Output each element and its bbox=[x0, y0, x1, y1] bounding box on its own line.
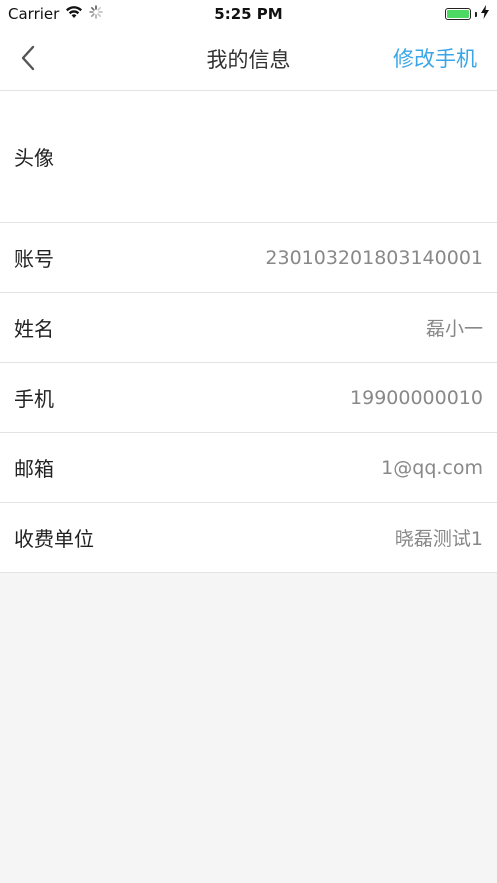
email-value: 1@qq.com bbox=[381, 456, 483, 479]
status-bar-right bbox=[445, 5, 497, 23]
billing-unit-row: 收费单位 晓磊测试1 bbox=[0, 503, 497, 573]
activity-spinner-icon bbox=[89, 5, 104, 23]
status-bar-left: Carrier bbox=[0, 5, 104, 23]
phone-row: 手机 19900000010 bbox=[0, 363, 497, 433]
edit-phone-button[interactable]: 修改手机 bbox=[393, 43, 477, 73]
name-label: 姓名 bbox=[14, 317, 54, 341]
profile-info-list: 头像 账号 230103201803140001 姓名 磊小一 手机 19900… bbox=[0, 91, 497, 573]
status-bar: Carrier 5:25 PM bbox=[0, 0, 497, 28]
charging-bolt-icon bbox=[481, 5, 489, 23]
account-value: 230103201803140001 bbox=[265, 246, 483, 269]
phone-label: 手机 bbox=[14, 387, 54, 411]
billing-unit-label: 收费单位 bbox=[14, 527, 94, 551]
name-value: 磊小一 bbox=[425, 318, 483, 340]
account-label: 账号 bbox=[14, 247, 54, 271]
phone-value: 19900000010 bbox=[350, 386, 483, 409]
account-row: 账号 230103201803140001 bbox=[0, 223, 497, 293]
wifi-icon bbox=[65, 5, 83, 23]
avatar-row[interactable]: 头像 bbox=[0, 91, 497, 223]
billing-unit-value: 晓磊测试1 bbox=[394, 528, 483, 550]
battery-cap bbox=[475, 11, 477, 17]
carrier-label: Carrier bbox=[8, 5, 60, 23]
email-label: 邮箱 bbox=[14, 457, 54, 481]
email-row: 邮箱 1@qq.com bbox=[0, 433, 497, 503]
battery-level-fill bbox=[447, 10, 469, 18]
navigation-bar: 我的信息 修改手机 bbox=[0, 28, 497, 91]
name-row: 姓名 磊小一 bbox=[0, 293, 497, 363]
avatar-label: 头像 bbox=[14, 146, 54, 170]
battery-icon bbox=[445, 8, 471, 20]
